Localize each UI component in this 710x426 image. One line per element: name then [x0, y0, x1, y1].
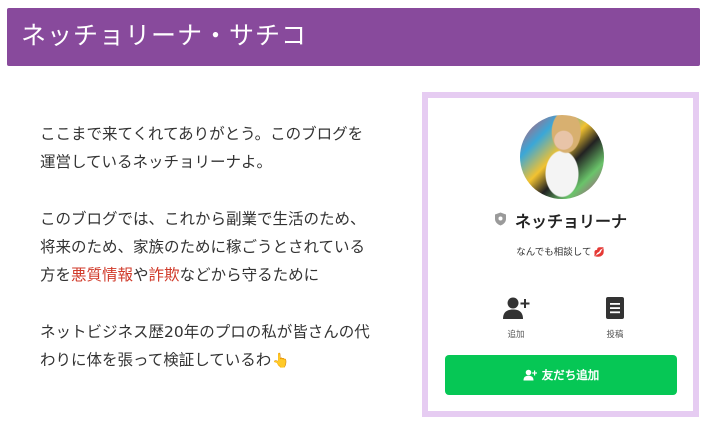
intro-line: 将来のため、家族のために稼ごうとされている: [40, 238, 366, 256]
intro-line: わりに体を張って検証しているわ: [40, 351, 272, 369]
add-friend-icon: [523, 369, 537, 381]
profile-name: ネッチョリーナ: [515, 212, 628, 231]
avatar: [520, 115, 604, 199]
intro-line: このブログでは、これから副業で生活のため、: [40, 210, 366, 228]
pointing-hand-icon: 👆: [272, 353, 290, 369]
post-action[interactable]: 投稿: [585, 296, 645, 340]
lips-icon: 💋: [593, 248, 605, 258]
intro-line: 運営しているネッチョリーナよ。: [40, 153, 273, 171]
add-friend-button[interactable]: 友だち追加: [445, 355, 677, 395]
intro-line: などから守るために: [179, 266, 320, 284]
profile-status: なんでも相談して 💋: [428, 244, 693, 258]
profile-name-row: ネッチョリーナ: [428, 208, 693, 232]
add-user-icon: [503, 297, 530, 319]
intro-paragraph-2: このブログでは、これから副業で生活のため、 将来のため、家族のために稼ごうとされ…: [40, 205, 400, 289]
post-label: 投稿: [606, 330, 624, 340]
intro-line: や: [133, 266, 149, 284]
site-title[interactable]: ネッチョリーナ・サチコ: [21, 20, 307, 52]
intro-paragraph-1: ここまで来てくれてありがとう。このブログを 運営しているネッチョリーナよ。: [40, 120, 400, 176]
intro-text: ここまで来てくれてありがとう。このブログを 運営しているネッチョリーナよ。 この…: [40, 120, 400, 404]
intro-paragraph-3: ネットビジネス歴20年のプロの私が皆さんの代 わりに体を張って検証しているわ👆: [40, 318, 400, 375]
status-text: なんでも相談して: [516, 247, 592, 258]
shield-icon: [494, 211, 507, 230]
site-header: ネッチョリーナ・サチコ: [7, 8, 700, 66]
intro-line: ここまで来てくれてありがとう。このブログを: [40, 125, 364, 143]
add-label: 追加: [507, 330, 525, 340]
intro-line: 方を: [40, 266, 72, 284]
add-friend-label: 友だち追加: [541, 368, 600, 382]
add-action[interactable]: 追加: [486, 296, 546, 340]
highlight-malicious-info: 悪質情報: [71, 266, 134, 284]
highlight-fraud: 詐欺: [148, 266, 180, 284]
post-icon: [606, 297, 624, 319]
line-profile-card: ネッチョリーナ なんでも相談して 💋 追加 投稿 友だち追加: [422, 92, 699, 417]
intro-line: ネットビジネス歴20年のプロの私が皆さんの代: [40, 323, 370, 341]
